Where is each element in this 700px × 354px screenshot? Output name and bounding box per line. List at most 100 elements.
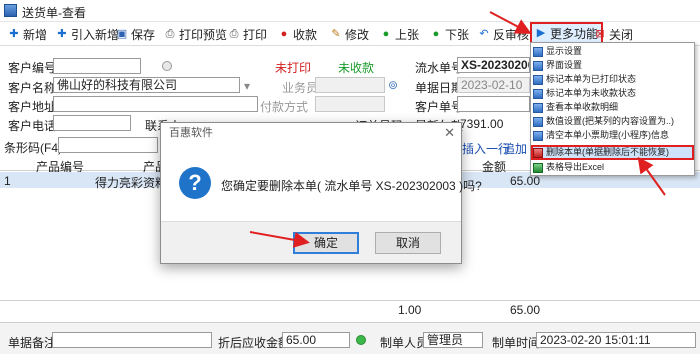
menu-item-mark-uncollected[interactable]: 标记本单为未收款状态 xyxy=(533,88,692,99)
unapprove-button[interactable]: ↶ 反审核 xyxy=(478,25,529,43)
menu-item-delete-document[interactable]: 删除本单(单据删除后不能恢复) xyxy=(531,145,694,160)
cancel-button[interactable]: 取消 xyxy=(375,232,441,254)
serial-field[interactable]: XS-20230200 xyxy=(457,57,530,73)
confirm-dialog: 百惠软件 ✕ ? 您确定要删除本单( 流水单号 XS-202302003 )吗?… xyxy=(160,122,482,264)
import-new-label: 引入新增 xyxy=(71,27,120,42)
undo-icon: ↶ xyxy=(479,28,489,40)
more-label: 更多功能 xyxy=(550,26,599,41)
menu-item-label: 删除本单(单据删除后不能恢复) xyxy=(546,147,669,157)
close-label: 关闭 xyxy=(609,27,634,42)
title-bar: 送货单-查看 xyxy=(0,0,700,22)
customer-name-label: 客户名称 xyxy=(8,81,57,95)
remark-field[interactable] xyxy=(52,332,212,348)
select-icon[interactable] xyxy=(162,61,172,71)
customer-code-field[interactable] xyxy=(53,58,141,74)
close-icon: ⊠ xyxy=(595,28,605,40)
import-new-button[interactable]: ✚ 引入新增 xyxy=(56,25,119,43)
bottom-bar: 单据备注 折后应收金额 65.00 制单人员 管理员 制单时间 2023-02-… xyxy=(0,322,700,354)
print-preview-button[interactable]: ⎙ 打印预览 xyxy=(164,25,227,43)
window-icon xyxy=(533,60,543,71)
excel-icon xyxy=(533,162,543,173)
dialog-footer: 确定 取消 xyxy=(161,221,461,263)
close-button[interactable]: ⊠ 关闭 xyxy=(594,25,633,43)
customer-order-field[interactable] xyxy=(457,96,530,112)
new-button[interactable]: ✚ 新增 xyxy=(8,25,47,43)
save-button[interactable]: ▣ 保存 xyxy=(116,25,155,43)
modify-button[interactable]: ✎ 修改 xyxy=(330,25,369,43)
remark-label: 单据备注 xyxy=(8,336,57,350)
prev-button[interactable]: ● 上张 xyxy=(380,25,419,43)
next-label: 下张 xyxy=(445,27,470,42)
salesperson-select[interactable] xyxy=(315,77,385,93)
menu-item-label: 标记本单为已打印状态 xyxy=(546,74,637,84)
menu-item-label: 显示设置 xyxy=(546,46,583,56)
more-functions-button[interactable]: ▶ 更多功能 xyxy=(530,22,604,44)
money-icon: ● xyxy=(280,28,288,40)
date-field[interactable]: 2023-02-10 xyxy=(457,77,530,93)
total-qty: 1.00 xyxy=(398,303,422,317)
date-label: 单据日期 xyxy=(415,81,464,95)
app-icon xyxy=(4,4,17,17)
close-icon[interactable]: ✕ xyxy=(444,125,455,141)
floppy-icon: ▣ xyxy=(116,28,128,40)
menu-item-clear-ticket-assistant[interactable]: 清空本单小票助理(小程序)信息 xyxy=(533,130,692,141)
dialog-title: 百惠软件 xyxy=(161,123,461,143)
grid-total-row: 1.00 65.00 xyxy=(0,300,700,317)
print-status: 未打印 xyxy=(275,61,312,75)
status-dot-icon xyxy=(356,335,366,345)
latest-debt-value: 7391.00 xyxy=(460,117,504,131)
menu-item-view-collection-details[interactable]: 查看本单收款明细 xyxy=(533,102,692,113)
print-preview-label: 打印预览 xyxy=(179,27,228,42)
dialog-message: 您确定要删除本单( 流水单号 XS-202302003 )吗? xyxy=(221,179,482,193)
menu-item-value-settings[interactable]: 数值设置(把某列的内容设置为..) xyxy=(533,116,692,127)
plus-icon: ✚ xyxy=(9,28,19,40)
menu-item-label: 表格导出Excel xyxy=(546,162,605,172)
payment-method-select[interactable] xyxy=(315,96,385,112)
customer-phone-field[interactable] xyxy=(53,115,131,131)
create-time-label: 制单时间 xyxy=(492,336,541,350)
customer-address-field[interactable] xyxy=(53,96,258,112)
collect-button[interactable]: ● 收款 xyxy=(278,25,317,43)
customer-address-label: 客户地址 xyxy=(8,100,57,114)
prev-label: 上张 xyxy=(395,27,420,42)
menu-item-mark-printed[interactable]: 标记本单为已打印状态 xyxy=(533,74,692,85)
collect-label: 收款 xyxy=(293,27,318,42)
arrow-up-icon: ● xyxy=(382,28,390,40)
pencil-icon: ✎ xyxy=(331,28,341,40)
window-title: 送货单-查看 xyxy=(22,6,86,20)
next-button[interactable]: ● 下张 xyxy=(430,25,469,43)
creator-label: 制单人员 xyxy=(380,336,429,350)
menu-item-interface-settings[interactable]: 界面设置 xyxy=(533,60,692,71)
printer-icon xyxy=(533,74,543,85)
dialog-body: ? 您确定要删除本单( 流水单号 XS-202302003 )吗? xyxy=(161,143,482,221)
add-row-link[interactable]: 追加 xyxy=(503,140,527,157)
confirm-button[interactable]: 确定 xyxy=(293,232,359,254)
clear-icon xyxy=(533,130,543,141)
print-label: 打印 xyxy=(243,27,268,42)
print-button[interactable]: ⎙ 打印 xyxy=(228,25,267,43)
modify-label: 修改 xyxy=(345,27,370,42)
menu-item-export-excel[interactable]: 表格导出Excel xyxy=(533,162,692,173)
creator-field[interactable]: 管理员 xyxy=(423,332,483,348)
total-amount: 65.00 xyxy=(510,303,541,317)
barcode-field[interactable] xyxy=(58,137,158,153)
serial-label: 流水单号 xyxy=(415,61,464,75)
list-icon xyxy=(533,102,543,113)
flag-icon xyxy=(533,88,543,99)
row-amount: 65.00 xyxy=(510,174,541,188)
menu-item-display-settings[interactable]: 显示设置 xyxy=(533,46,692,57)
printer-icon: ⎙ xyxy=(229,28,239,40)
eye-icon[interactable]: ⊚ xyxy=(388,78,398,92)
customer-order-label: 客户单号 xyxy=(415,100,464,114)
customer-name-field[interactable]: 佛山好的科技有限公司 xyxy=(53,77,240,93)
menu-item-label: 数值设置(把某列的内容设置为..) xyxy=(546,116,674,126)
printer-icon: ⎙ xyxy=(165,28,175,40)
create-time-field[interactable]: 2023-02-20 15:01:11 xyxy=(536,332,696,348)
discount-field[interactable]: 65.00 xyxy=(282,332,350,348)
collect-status: 未收款 xyxy=(338,61,375,75)
row-index: 1 xyxy=(4,174,11,188)
arrow-down-icon: ● xyxy=(432,28,440,40)
menu-item-label: 清空本单小票助理(小程序)信息 xyxy=(546,130,669,140)
menu-icon: ▶ xyxy=(536,27,546,39)
dropdown-arrow-icon[interactable]: ▾ xyxy=(244,79,250,93)
